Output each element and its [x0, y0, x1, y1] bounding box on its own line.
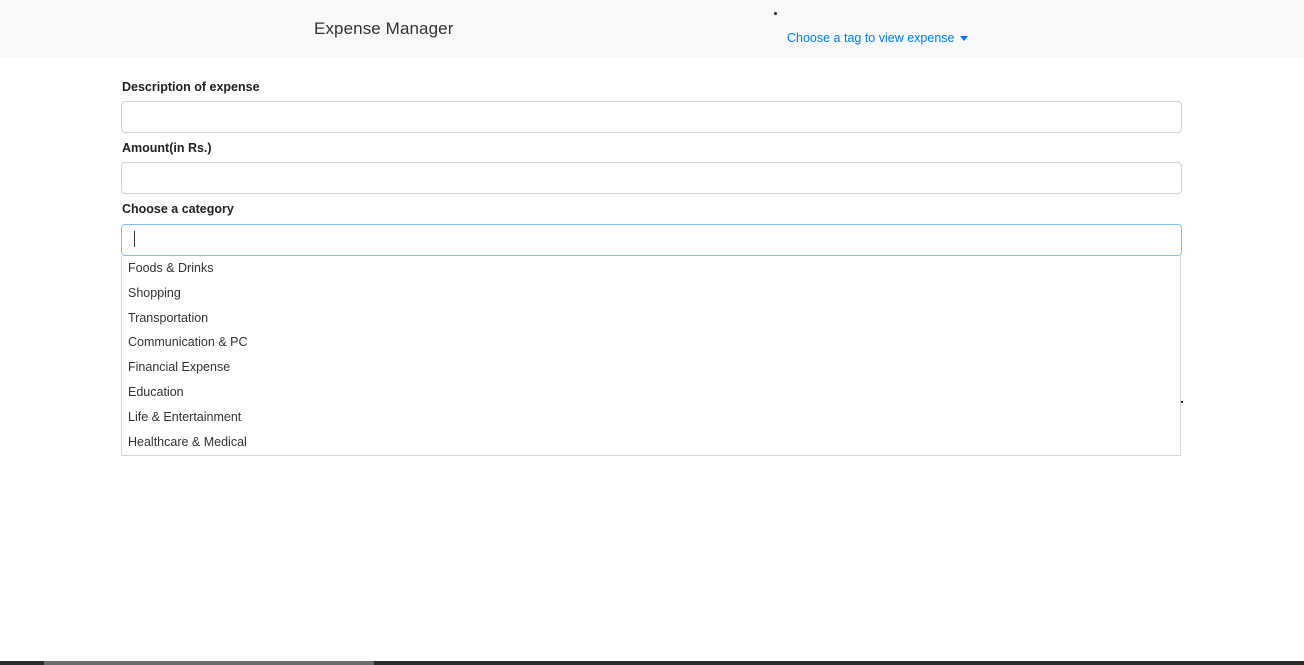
category-option[interactable]: Shopping — [122, 281, 1180, 306]
description-input[interactable] — [121, 101, 1182, 133]
category-option[interactable]: Life & Entertainment — [122, 405, 1180, 430]
category-option[interactable]: Education — [122, 380, 1180, 405]
navbar: Expense Manager Choose a tag to view exp… — [0, 0, 1304, 57]
tag-dropdown-label: Choose a tag to view expense — [787, 31, 955, 45]
scrollbar-thumb[interactable] — [44, 661, 374, 665]
tag-dropdown-toggle[interactable]: Choose a tag to view expense — [787, 31, 969, 45]
category-option[interactable]: Foods & Drinks — [122, 256, 1180, 281]
description-label: Description of expense — [122, 80, 260, 94]
amount-input[interactable] — [121, 162, 1182, 194]
brand-title[interactable]: Expense Manager — [314, 19, 453, 39]
nav-dot — [774, 12, 777, 15]
category-option[interactable]: Transportation — [122, 306, 1180, 331]
category-input[interactable] — [121, 224, 1182, 256]
category-options-list: Foods & Drinks Shopping Transportation C… — [121, 256, 1181, 456]
divider-dot — [1181, 401, 1183, 403]
category-option[interactable]: Healthcare & Medical — [122, 430, 1180, 455]
category-label: Choose a category — [122, 202, 234, 216]
text-cursor — [134, 231, 135, 247]
caret-down-icon — [960, 35, 969, 41]
amount-label: Amount(in Rs.) — [122, 141, 212, 155]
category-option[interactable]: Communication & PC — [122, 330, 1180, 355]
category-option[interactable]: Financial Expense — [122, 355, 1180, 380]
